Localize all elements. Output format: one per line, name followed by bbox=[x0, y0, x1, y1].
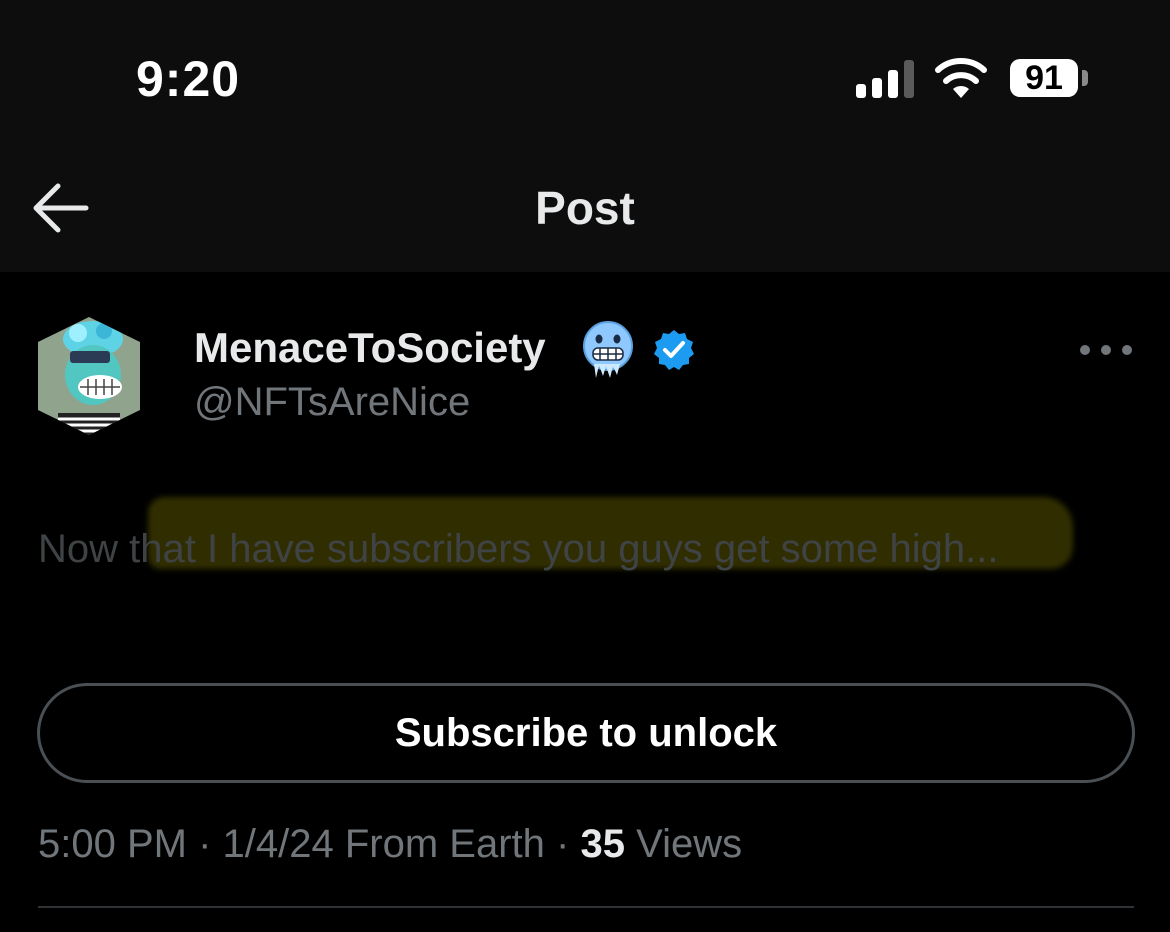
meta-separator: · bbox=[556, 822, 581, 866]
page-title: Post bbox=[535, 182, 635, 234]
author-name[interactable]: MenaceToSociety bbox=[194, 324, 546, 372]
more-horizontal-icon bbox=[1080, 345, 1090, 355]
more-options-button[interactable] bbox=[1080, 338, 1132, 362]
author-handle[interactable]: @NFTsAreNice bbox=[194, 380, 470, 425]
verified-badge-icon bbox=[654, 330, 694, 370]
battery-indicator: 91 bbox=[1010, 59, 1078, 97]
views-count[interactable]: 35 bbox=[580, 822, 625, 866]
views-label[interactable]: Views bbox=[636, 822, 742, 866]
post-time: 5:00 PM bbox=[38, 822, 187, 866]
post-text: Now that I have subscribers you guys get… bbox=[38, 527, 999, 571]
wifi-icon bbox=[935, 58, 987, 98]
divider bbox=[38, 906, 1134, 908]
author-avatar[interactable] bbox=[38, 317, 140, 435]
post-date: 1/4/24 bbox=[222, 822, 334, 866]
cold-face-emoji-icon bbox=[583, 321, 633, 378]
post-metadata: 5:00 PM · 1/4/24 From Earth · 35 Views bbox=[38, 822, 742, 867]
status-time: 9:20 bbox=[136, 51, 241, 107]
post-location: From Earth bbox=[344, 822, 545, 866]
subscribe-to-unlock-button[interactable]: Subscribe to unlock bbox=[37, 683, 1135, 783]
battery-tip bbox=[1082, 70, 1088, 86]
meta-separator: · bbox=[198, 822, 223, 866]
cellular-signal-icon bbox=[856, 60, 914, 98]
